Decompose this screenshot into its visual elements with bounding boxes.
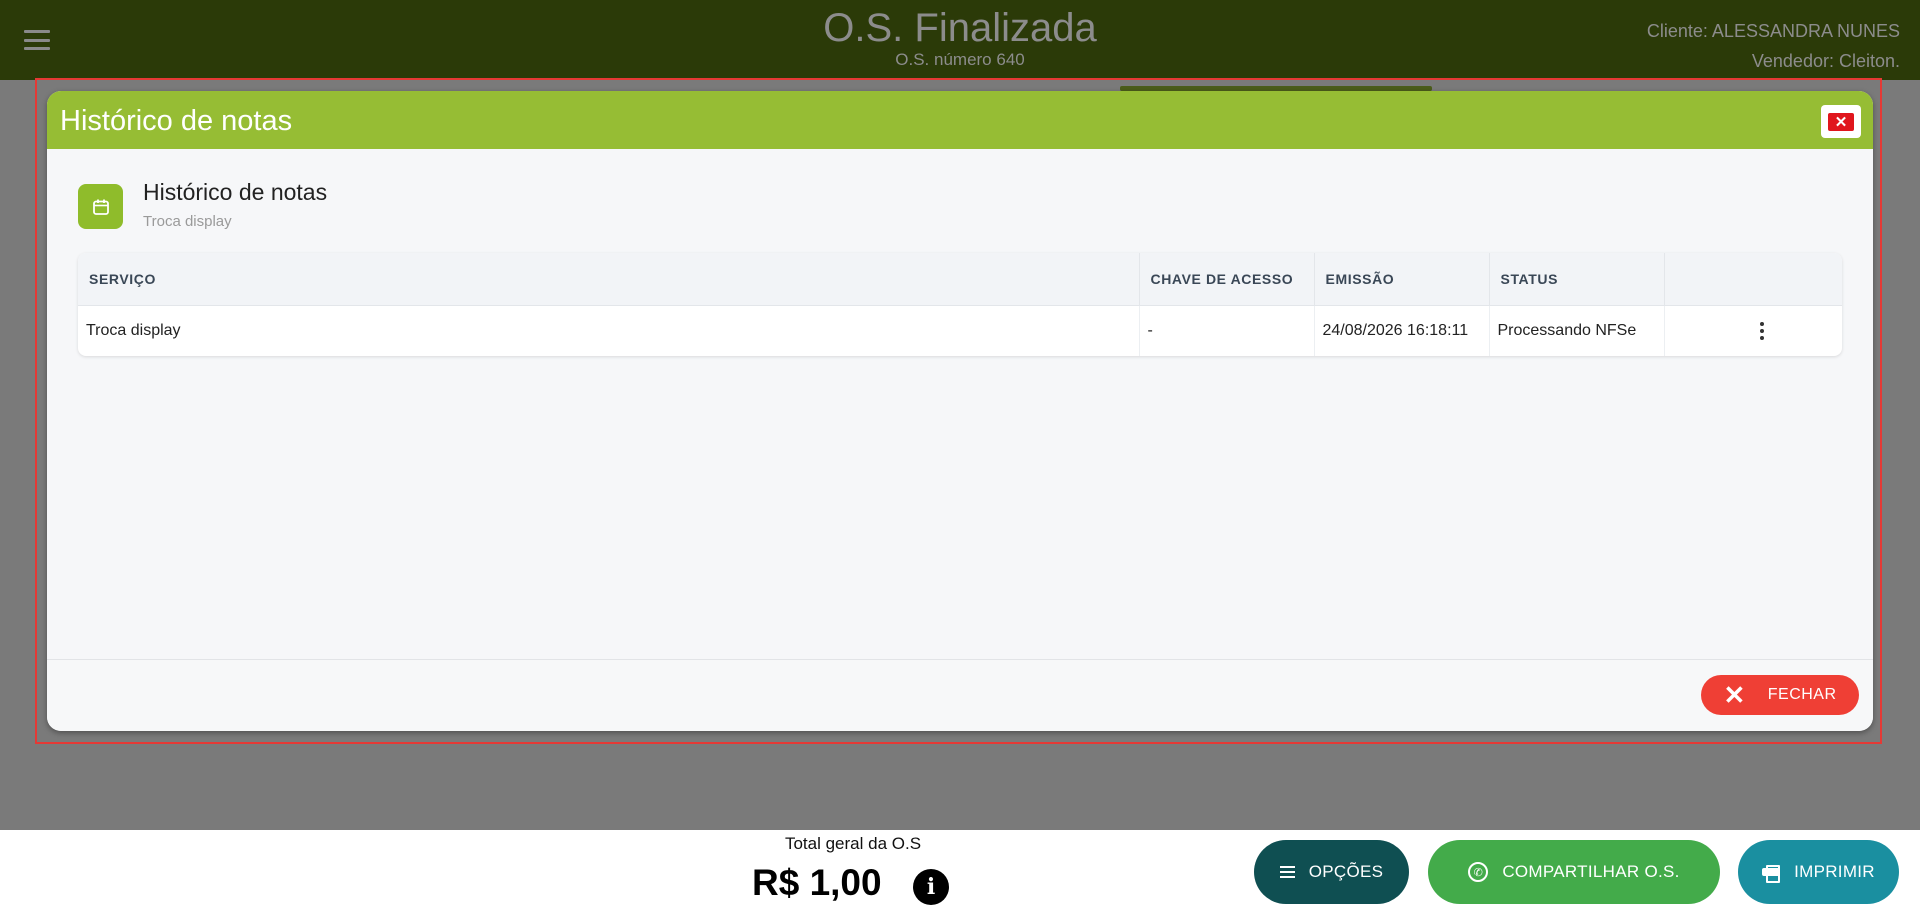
fechar-label: FECHAR xyxy=(1767,686,1837,703)
client-name: Cliente: ALESSANDRA NUNES xyxy=(1646,21,1900,41)
close-icon: ✕ xyxy=(1828,112,1854,131)
seller-name: Vendedor: Cleiton. xyxy=(1751,51,1900,71)
dialog-footer: ✕ FECHAR xyxy=(47,659,1873,731)
top-bar: O.S. Finalizada O.S. número 640 Cliente:… xyxy=(0,0,1920,80)
notes-history-dialog: Histórico de notas ✕ Histórico de notas … xyxy=(47,91,1873,731)
col-chave-acesso: CHAVE DE ACESSO xyxy=(1139,253,1315,306)
share-os-button[interactable]: ✆ COMPARTILHAR O.S. xyxy=(1428,840,1720,904)
print-label: IMPRIMIR xyxy=(1794,862,1875,881)
calendar-icon xyxy=(78,184,123,229)
bottom-bar: Total geral da O.S R$ 1,00 i OPÇÕES ✆ CO… xyxy=(0,830,1920,912)
card-title: Histórico de notas xyxy=(143,179,328,205)
dialog-header: Histórico de notas ✕ xyxy=(47,91,1873,149)
share-label: COMPARTILHAR O.S. xyxy=(1502,862,1680,881)
print-icon xyxy=(1762,865,1781,883)
page-title: O.S. Finalizada xyxy=(823,6,1097,50)
col-actions xyxy=(1664,253,1842,306)
options-label: OPÇÕES xyxy=(1308,862,1384,881)
order-info: Cliente: ALESSANDRA NUNES Vendedor: Clei… xyxy=(1647,16,1900,76)
order-number: O.S. número 640 xyxy=(895,50,1025,69)
col-status: STATUS xyxy=(1489,253,1665,306)
cell-servico: Troca display xyxy=(78,305,1140,356)
whatsapp-icon: ✆ xyxy=(1468,862,1489,882)
info-icon[interactable]: i xyxy=(913,869,949,905)
cell-status: Processando NFSe xyxy=(1489,305,1665,356)
notes-table: SERVIÇO CHAVE DE ACESSO EMISSÃO STATUS T… xyxy=(78,253,1842,356)
menu-icon xyxy=(1279,866,1295,878)
fechar-button[interactable]: ✕ FECHAR xyxy=(1701,675,1859,715)
col-emissao: EMISSÃO xyxy=(1314,253,1490,306)
print-button[interactable]: IMPRIMIR xyxy=(1738,840,1899,904)
cell-chave: - xyxy=(1139,305,1315,356)
cell-actions xyxy=(1664,305,1842,356)
more-vert-icon[interactable] xyxy=(1752,320,1772,342)
options-button[interactable]: OPÇÕES xyxy=(1254,840,1409,904)
card-subtitle: Troca display xyxy=(143,213,232,230)
table-header-row: SERVIÇO CHAVE DE ACESSO EMISSÃO STATUS xyxy=(78,253,1842,306)
col-servico: SERVIÇO xyxy=(78,253,1140,306)
table-row: Troca display - 24/08/2026 16:18:11 Proc… xyxy=(78,305,1842,356)
cell-emissao: 24/08/2026 16:18:11 xyxy=(1314,305,1490,356)
dialog-title: Histórico de notas xyxy=(60,105,293,137)
close-icon: ✕ xyxy=(1723,680,1746,710)
total-value: R$ 1,00 xyxy=(752,862,882,903)
close-dialog-button[interactable]: ✕ xyxy=(1821,105,1861,138)
total-label: Total geral da O.S xyxy=(784,834,922,853)
